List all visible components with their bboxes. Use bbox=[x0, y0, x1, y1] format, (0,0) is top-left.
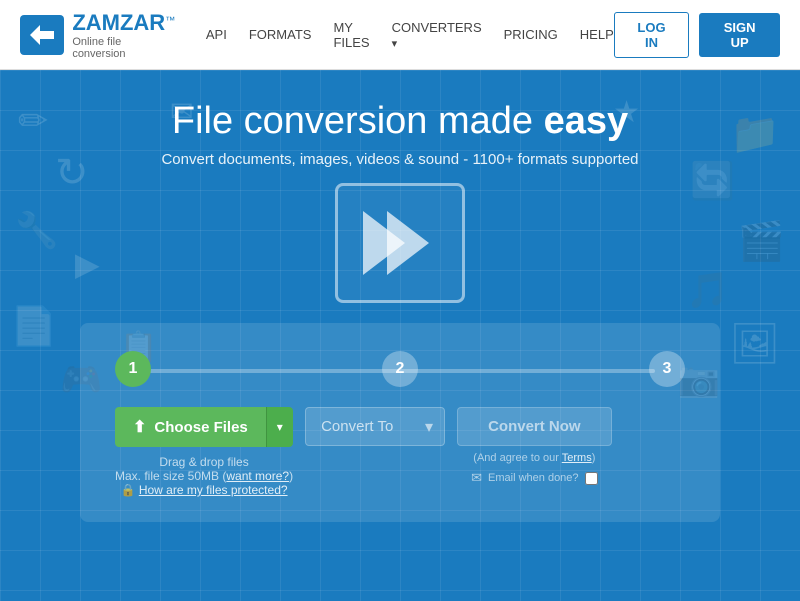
arrow2 bbox=[387, 211, 429, 275]
file-protection-row: 🔒 How are my files protected? bbox=[115, 483, 293, 497]
converter-box: 1 2 3 ⬆ Choose Files ▾ bbox=[80, 323, 720, 522]
controls-row: ⬆ Choose Files ▾ Drag & drop files Max. … bbox=[115, 407, 685, 497]
choose-files-button[interactable]: ⬆ Choose Files bbox=[115, 407, 266, 447]
convert-to-select[interactable]: Convert To bbox=[305, 407, 445, 446]
step-1-circle: 1 bbox=[115, 351, 151, 387]
email-checkbox[interactable] bbox=[585, 472, 598, 485]
login-button[interactable]: LOG IN bbox=[614, 12, 689, 58]
step-3-circle: 3 bbox=[649, 351, 685, 387]
hero-section: ✏ ↻ 🔧 ▶ 📄 🎮 📋 📁 🔄 🎬 🎵 🖼 📷 ✉ ★ File conve… bbox=[0, 70, 800, 601]
signup-button[interactable]: SIGN UP bbox=[699, 13, 780, 57]
logo-icon bbox=[20, 15, 64, 55]
email-row: ✉ Email when done? bbox=[457, 470, 612, 486]
hero-title: File conversion made easy bbox=[172, 100, 628, 143]
hero-subtitle: Convert documents, images, videos & soun… bbox=[161, 151, 638, 168]
drag-drop-label: Drag & drop files bbox=[115, 455, 293, 469]
email-icon: ✉ bbox=[471, 470, 482, 486]
nav-buttons: LOG IN SIGN UP bbox=[614, 12, 780, 58]
terms-link[interactable]: Terms bbox=[562, 452, 592, 464]
hero-content: File conversion made easy Convert docume… bbox=[0, 70, 800, 522]
nav-formats[interactable]: FORMATS bbox=[249, 27, 312, 42]
logo-subtitle: Online file conversion bbox=[72, 36, 176, 60]
file-info: Drag & drop files Max. file size 50MB (w… bbox=[115, 455, 293, 497]
convert-to-wrapper: Convert To // set select option text fro… bbox=[305, 407, 445, 446]
file-size-info: Max. file size 50MB (want more?) bbox=[115, 469, 293, 483]
nav-pricing[interactable]: PRICING bbox=[504, 27, 558, 42]
nav-help[interactable]: HELP bbox=[580, 27, 614, 42]
convert-now-column: Convert Now (And agree to our Terms) ✉ E… bbox=[457, 407, 612, 486]
navbar: ZAMZAR™ Online file conversion API FORMA… bbox=[0, 0, 800, 70]
center-play-icon bbox=[335, 183, 465, 303]
choose-files-dropdown-button[interactable]: ▾ bbox=[266, 407, 293, 447]
choose-files-group: ⬆ Choose Files ▾ bbox=[115, 407, 293, 447]
step-2-circle: 2 bbox=[382, 351, 418, 387]
want-more-link[interactable]: want more? bbox=[226, 469, 289, 483]
play-arrows bbox=[371, 211, 429, 275]
upload-icon: ⬆ bbox=[133, 417, 146, 437]
file-protection-link[interactable]: How are my files protected? bbox=[139, 483, 288, 497]
nav-api[interactable]: API bbox=[206, 27, 227, 42]
steps-row: 1 2 3 bbox=[115, 351, 685, 387]
logo[interactable]: ZAMZAR™ Online file conversion bbox=[20, 10, 176, 60]
logo-name: ZAMZAR™ bbox=[72, 10, 176, 36]
logo-text: ZAMZAR™ Online file conversion bbox=[72, 10, 176, 60]
convert-now-button[interactable]: Convert Now bbox=[457, 407, 612, 446]
lock-icon: 🔒 bbox=[121, 483, 136, 497]
nav-links: API FORMATS MY FILES CONVERTERS PRICING … bbox=[206, 20, 614, 50]
nav-myfiles[interactable]: MY FILES bbox=[333, 20, 369, 50]
terms-text: (And agree to our Terms) bbox=[457, 452, 612, 464]
choose-files-column: ⬆ Choose Files ▾ Drag & drop files Max. … bbox=[115, 407, 293, 497]
nav-converters[interactable]: CONVERTERS bbox=[392, 20, 482, 50]
